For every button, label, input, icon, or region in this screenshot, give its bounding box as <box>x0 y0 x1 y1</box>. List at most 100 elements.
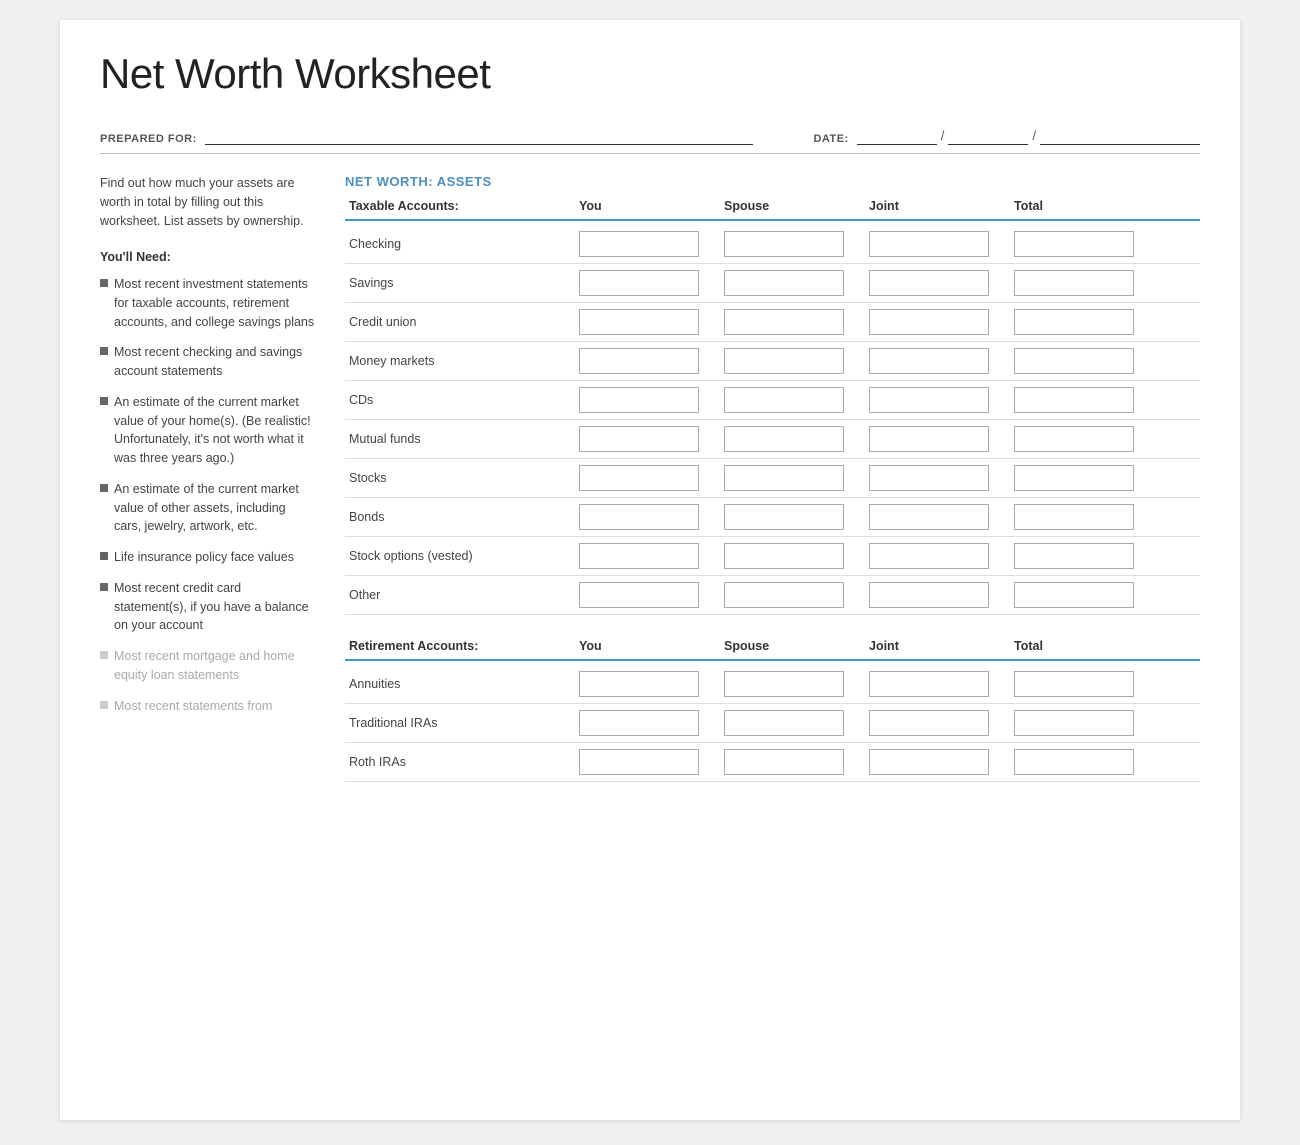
retirement-input-2-joint[interactable] <box>869 749 989 775</box>
taxable-input-2-total[interactable] <box>1014 309 1134 335</box>
taxable-cell-5-joint <box>865 426 1010 452</box>
taxable-input-5-you[interactable] <box>579 426 699 452</box>
retirement-row-label-2: Roth IRAs <box>345 755 575 769</box>
taxable-row-label-2: Credit union <box>345 315 575 329</box>
retirement-input-2-spouse[interactable] <box>724 749 844 775</box>
taxable-cell-1-joint <box>865 270 1010 296</box>
taxable-input-3-total[interactable] <box>1014 348 1134 374</box>
taxable-cell-4-spouse <box>720 387 865 413</box>
taxable-input-0-spouse[interactable] <box>724 231 844 257</box>
taxable-cell-4-joint <box>865 387 1010 413</box>
taxable-input-8-joint[interactable] <box>869 543 989 569</box>
taxable-input-0-total[interactable] <box>1014 231 1134 257</box>
taxable-input-9-joint[interactable] <box>869 582 989 608</box>
taxable-header-label: Taxable Accounts: <box>345 199 575 213</box>
taxable-input-7-you[interactable] <box>579 504 699 530</box>
taxable-input-2-you[interactable] <box>579 309 699 335</box>
taxable-input-1-joint[interactable] <box>869 270 989 296</box>
sidebar-item-text-5: Most recent credit card statement(s), if… <box>114 579 315 635</box>
taxable-input-1-spouse[interactable] <box>724 270 844 296</box>
taxable-row-1: Savings <box>345 264 1200 303</box>
taxable-input-1-total[interactable] <box>1014 270 1134 296</box>
sidebar-item-5: Most recent credit card statement(s), if… <box>100 579 315 635</box>
retirement-cell-0-you <box>575 671 720 697</box>
taxable-input-0-you[interactable] <box>579 231 699 257</box>
taxable-input-2-joint[interactable] <box>869 309 989 335</box>
taxable-row-4: CDs <box>345 381 1200 420</box>
taxable-input-9-spouse[interactable] <box>724 582 844 608</box>
taxable-input-5-total[interactable] <box>1014 426 1134 452</box>
taxable-input-6-total[interactable] <box>1014 465 1134 491</box>
taxable-input-3-spouse[interactable] <box>724 348 844 374</box>
taxable-input-6-spouse[interactable] <box>724 465 844 491</box>
taxable-row-label-1: Savings <box>345 276 575 290</box>
retirement-input-0-total[interactable] <box>1014 671 1134 697</box>
retirement-cell-2-you <box>575 749 720 775</box>
retirement-input-2-total[interactable] <box>1014 749 1134 775</box>
retirement-accounts-table: Retirement Accounts: You Spouse Joint To… <box>345 639 1200 782</box>
retirement-header-joint: Joint <box>865 639 1010 653</box>
taxable-cell-3-spouse <box>720 348 865 374</box>
header-row: PREPARED FOR: DATE: / / <box>100 128 1200 145</box>
date-month-input[interactable] <box>857 129 937 145</box>
retirement-input-0-spouse[interactable] <box>724 671 844 697</box>
taxable-cell-8-you <box>575 543 720 569</box>
taxable-input-4-spouse[interactable] <box>724 387 844 413</box>
taxable-input-0-joint[interactable] <box>869 231 989 257</box>
taxable-header-joint: Joint <box>865 199 1010 213</box>
taxable-input-1-you[interactable] <box>579 270 699 296</box>
taxable-cell-7-spouse <box>720 504 865 530</box>
taxable-input-5-spouse[interactable] <box>724 426 844 452</box>
taxable-row-label-7: Bonds <box>345 510 575 524</box>
taxable-row-9: Other <box>345 576 1200 615</box>
retirement-row-1: Traditional IRAs <box>345 704 1200 743</box>
taxable-input-4-joint[interactable] <box>869 387 989 413</box>
retirement-input-1-total[interactable] <box>1014 710 1134 736</box>
taxable-input-2-spouse[interactable] <box>724 309 844 335</box>
retirement-header-label: Retirement Accounts: <box>345 639 575 653</box>
taxable-cell-6-you <box>575 465 720 491</box>
taxable-cell-5-spouse <box>720 426 865 452</box>
taxable-row-label-0: Checking <box>345 237 575 251</box>
taxable-input-4-you[interactable] <box>579 387 699 413</box>
taxable-input-9-total[interactable] <box>1014 582 1134 608</box>
retirement-input-2-you[interactable] <box>579 749 699 775</box>
taxable-input-7-spouse[interactable] <box>724 504 844 530</box>
sidebar-item-6: Most recent mortgage and home equity loa… <box>100 647 315 685</box>
date-slash-1: / <box>941 128 945 145</box>
sidebar-need-title: You'll Need: <box>100 248 315 267</box>
taxable-cell-0-joint <box>865 231 1010 257</box>
taxable-cell-5-you <box>575 426 720 452</box>
taxable-input-6-joint[interactable] <box>869 465 989 491</box>
taxable-input-6-you[interactable] <box>579 465 699 491</box>
retirement-row-label-1: Traditional IRAs <box>345 716 575 730</box>
retirement-input-1-you[interactable] <box>579 710 699 736</box>
taxable-input-8-spouse[interactable] <box>724 543 844 569</box>
taxable-input-8-total[interactable] <box>1014 543 1134 569</box>
taxable-input-4-total[interactable] <box>1014 387 1134 413</box>
bullet-icon-2 <box>100 397 108 405</box>
taxable-input-3-you[interactable] <box>579 348 699 374</box>
retirement-cell-1-spouse <box>720 710 865 736</box>
taxable-row-label-8: Stock options (vested) <box>345 549 575 563</box>
bullet-icon-3 <box>100 484 108 492</box>
taxable-input-3-joint[interactable] <box>869 348 989 374</box>
retirement-input-0-you[interactable] <box>579 671 699 697</box>
retirement-input-0-joint[interactable] <box>869 671 989 697</box>
taxable-input-9-you[interactable] <box>579 582 699 608</box>
taxable-header-spouse: Spouse <box>720 199 865 213</box>
taxable-input-7-joint[interactable] <box>869 504 989 530</box>
retirement-input-1-joint[interactable] <box>869 710 989 736</box>
taxable-cell-2-total <box>1010 309 1155 335</box>
retirement-input-1-spouse[interactable] <box>724 710 844 736</box>
prepared-for-input[interactable] <box>205 129 754 145</box>
date-year-input[interactable] <box>1040 129 1200 145</box>
taxable-input-7-total[interactable] <box>1014 504 1134 530</box>
taxable-accounts-table: Taxable Accounts: You Spouse Joint Total… <box>345 199 1200 615</box>
sidebar-item-7: Most recent statements from <box>100 697 315 716</box>
taxable-input-8-you[interactable] <box>579 543 699 569</box>
assets-label: ASSETS <box>437 174 492 189</box>
taxable-input-5-joint[interactable] <box>869 426 989 452</box>
date-day-input[interactable] <box>948 129 1028 145</box>
taxable-header-total: Total <box>1010 199 1155 213</box>
